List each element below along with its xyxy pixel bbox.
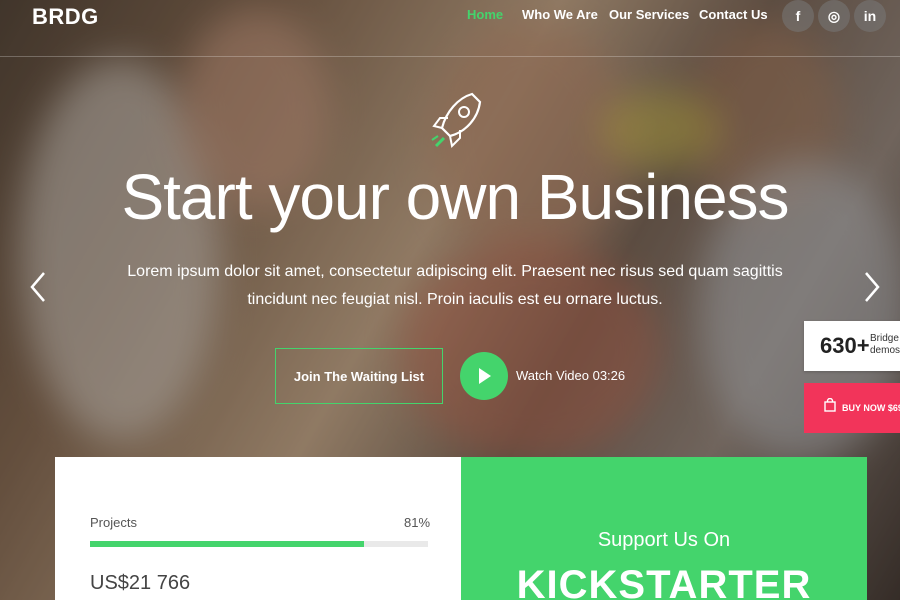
- nav-contact-us[interactable]: Contact Us: [699, 7, 768, 22]
- hero-headline: Start your own Business: [121, 161, 789, 233]
- buy-now-label: BUY NOW $69: [842, 403, 900, 413]
- stats-card: Projects 81% US$21 766: [55, 457, 461, 600]
- brand-logo[interactable]: BRDG: [32, 4, 99, 30]
- demos-label-line2: demos: [870, 345, 900, 356]
- support-title: Support Us On: [597, 529, 731, 551]
- progress-label: Projects: [90, 515, 137, 530]
- instagram-icon[interactable]: ◎: [818, 0, 850, 32]
- play-icon: [479, 368, 491, 384]
- demos-widget[interactable]: 630+ Bridge demos: [804, 321, 900, 371]
- nav-home[interactable]: Home: [467, 7, 503, 22]
- facebook-icon[interactable]: f: [782, 0, 814, 32]
- join-waiting-list-button[interactable]: Join The Waiting List: [275, 348, 443, 404]
- progress-bar-fill: [90, 541, 364, 547]
- progress-percent: 81%: [404, 515, 431, 530]
- top-navigation: BRDG Home Who We Are Our Services Contac…: [0, 0, 900, 57]
- demos-count: 630+: [820, 333, 870, 358]
- demos-label: Bridge demos: [870, 333, 900, 357]
- linkedin-icon[interactable]: in: [854, 0, 886, 32]
- demos-label-line1: Bridge: [870, 333, 899, 344]
- funding-amount: US$21 766: [90, 572, 191, 594]
- hero-subtext: Lorem ipsum dolor sit amet, consectetur …: [127, 263, 783, 308]
- chevron-right-icon[interactable]: [862, 270, 882, 304]
- rocket-icon: [431, 92, 482, 149]
- chevron-left-icon[interactable]: [28, 270, 48, 304]
- watch-video-label[interactable]: Watch Video 03:26: [516, 368, 625, 383]
- nav-who-we-are[interactable]: Who We Are: [522, 7, 598, 22]
- play-video-button[interactable]: [460, 348, 508, 404]
- progress-bar: [90, 541, 428, 547]
- buy-now-button[interactable]: BUY NOW $69: [804, 383, 900, 433]
- support-card[interactable]: Support Us On KICKSTARTER: [461, 457, 867, 607]
- shopping-bag-icon: [824, 398, 836, 412]
- kickstarter-logo: KICKSTARTER: [516, 563, 812, 607]
- nav-our-services[interactable]: Our Services: [609, 7, 689, 22]
